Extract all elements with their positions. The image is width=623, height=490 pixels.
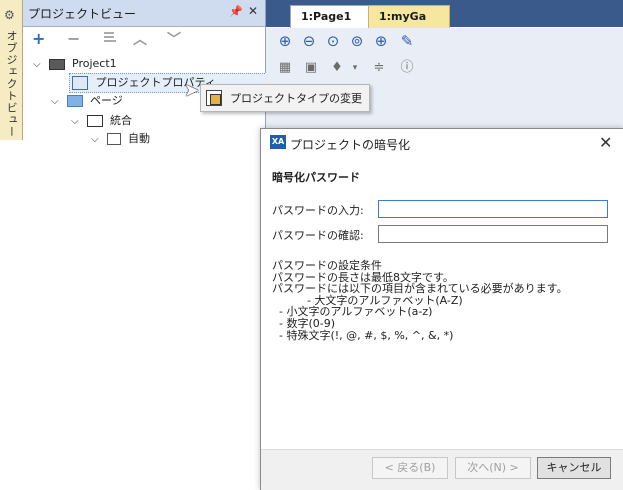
project-view-panel: プロジェクトビュー 📌 ✕ + − ︿ ﹀ ⌵ Project1 プロジェクトプ… — [23, 0, 285, 145]
chevron-down-icon[interactable]: ⌵ — [51, 93, 63, 111]
rule-line: - 特殊文字(!, @, #, $, %, ^, &, *) — [272, 328, 454, 342]
pan-icon[interactable]: ✎ — [398, 32, 416, 50]
properties-icon — [72, 76, 88, 90]
tree-label-integrated: 統合 — [110, 114, 132, 127]
chevron-down-icon[interactable]: ⌵ — [71, 113, 83, 131]
confirm-password-label: パスワードの確認: — [272, 229, 364, 242]
rule-line: - 数字(0-9) — [272, 316, 336, 330]
app-logo-icon: XA — [270, 135, 286, 149]
rule-line: パスワードの設定条件 — [272, 259, 382, 272]
tree-label-auto: 自動 — [128, 132, 150, 145]
chevron-down-icon[interactable]: ⌵ — [91, 131, 103, 149]
editor-area: 1:Page1 1:myGa ⊕ ⊖ ⊙ ⊚ ⊕ ✎ ▦ ▣ ♦ ▾ ≑ ⓘ — [266, 0, 623, 140]
password-input[interactable] — [378, 200, 608, 218]
folder-icon — [66, 95, 83, 107]
page-icon — [106, 133, 121, 145]
zoom-fit-icon[interactable]: ⊙ — [324, 32, 342, 50]
object-view-side-tab[interactable]: ⚙ オブジェクトビュー — [0, 0, 23, 140]
tree-item-project[interactable]: ⌵ Project1 — [33, 55, 117, 73]
project-encryption-dialog: XA プロジェクトの暗号化 ✕ 暗号化パスワード パスワードの入力: パスワード… — [260, 128, 623, 490]
dialog-titlebar: XA プロジェクトの暗号化 ✕ — [261, 129, 623, 157]
project-view-toolbar: + − ︿ ﹀ — [23, 27, 265, 51]
tree-item-integrated[interactable]: ⌵ 統合 — [71, 112, 132, 130]
rename-icon[interactable] — [102, 29, 118, 49]
password-label: パスワードの入力: — [272, 204, 364, 217]
editor-tab-strip: 1:Page1 1:myGa — [266, 0, 623, 28]
tree-label-pages: ページ — [90, 94, 123, 107]
mouse-cursor-icon: ➤ — [184, 80, 200, 101]
tree-item-pages[interactable]: ⌵ ページ — [51, 92, 123, 110]
project-view-titlebar: プロジェクトビュー 📌 ✕ — [23, 0, 265, 27]
section-title: 暗号化パスワード — [272, 171, 360, 184]
fill-icon[interactable]: ♦ — [328, 59, 346, 77]
add-button[interactable]: + — [32, 29, 45, 48]
remove-button[interactable]: − — [67, 29, 80, 48]
tree-item-auto[interactable]: ⌵ 自動 — [91, 130, 150, 148]
monitor-icon — [48, 58, 65, 70]
close-icon[interactable]: ✕ — [599, 133, 612, 152]
chevron-down-icon[interactable]: ▾ — [346, 59, 364, 77]
zoom-out-icon[interactable]: ⊖ — [300, 32, 318, 50]
back-button[interactable]: < 戻る(B) — [372, 457, 448, 479]
confirm-password-input[interactable] — [378, 225, 608, 243]
change-type-icon — [206, 90, 222, 106]
zoom-custom-icon[interactable]: ⊕ — [372, 32, 390, 50]
move-down-button[interactable]: ﹀ — [167, 29, 181, 49]
screens-icon — [86, 115, 103, 127]
tab-mygame[interactable]: 1:myGa — [368, 5, 450, 28]
dialog-title: プロジェクトの暗号化 — [290, 138, 411, 152]
grid-icon[interactable]: ▦ — [276, 59, 294, 77]
info-icon[interactable]: ⓘ — [398, 59, 416, 77]
align-icon[interactable]: ≑ — [370, 59, 388, 77]
close-icon[interactable]: ✕ — [248, 4, 258, 18]
zoom-in-icon[interactable]: ⊕ — [276, 32, 294, 50]
password-rules: パスワードの設定条件 パスワードの長さは最低8文字です。 パスワードには以下の項… — [272, 260, 612, 341]
layer-icon[interactable]: ▣ — [302, 59, 320, 77]
move-up-button[interactable]: ︿ — [133, 29, 147, 49]
context-menu: プロジェクトタイプの変更 — [200, 84, 370, 112]
pin-icon[interactable]: 📌 — [229, 5, 243, 18]
chevron-down-icon[interactable]: ⌵ — [33, 56, 45, 74]
side-tab-label: オブジェクトビュー — [5, 30, 18, 138]
menu-item-change-project-type[interactable]: プロジェクトタイプの変更 — [230, 90, 362, 106]
zoom-page-icon[interactable]: ⊚ — [348, 32, 366, 50]
dialog-footer: < 戻る(B) 次へ(N) > キャンセル — [261, 449, 623, 490]
gear-icon: ⚙ — [4, 8, 15, 22]
next-button[interactable]: 次へ(N) > — [455, 457, 531, 479]
project-view-title: プロジェクトビュー — [28, 7, 137, 21]
cancel-button[interactable]: キャンセル — [537, 457, 611, 479]
tree-label-project: Project1 — [72, 57, 117, 70]
